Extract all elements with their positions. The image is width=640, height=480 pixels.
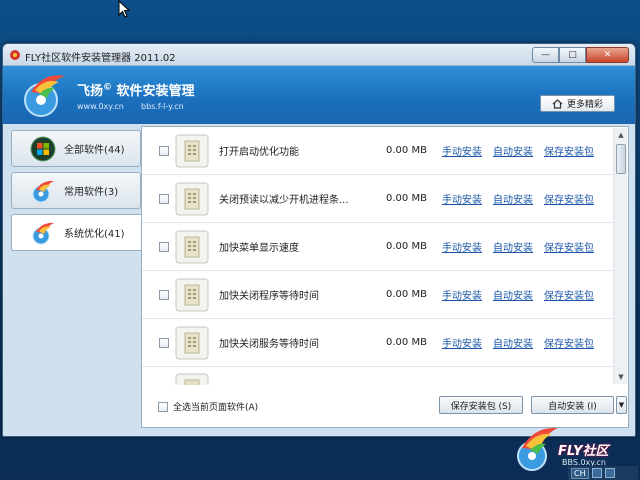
list-item <box>142 367 614 385</box>
category-label: 全部软件(44) <box>64 145 125 156</box>
brand-name: 飞扬 <box>77 84 104 99</box>
category-common[interactable]: 常用软件(3) <box>11 172 141 209</box>
item-size: 0.00 MB <box>386 145 427 156</box>
save-package-link[interactable]: 保存安装包 <box>544 143 594 158</box>
item-name: 加快菜单显示速度 <box>219 243 299 254</box>
dropdown-arrow-icon[interactable]: ▼ <box>616 396 627 414</box>
auto-install-link[interactable]: 自动安装 <box>493 287 533 302</box>
list-item: 关闭预读以减少开机进程条... 0.00 MB 手动安装 自动安装 保存安装包 <box>142 175 614 223</box>
auto-install-link[interactable]: 自动安装 <box>493 143 533 158</box>
manual-install-link[interactable]: 手动安装 <box>442 239 482 254</box>
category-label: 系统优化(41) <box>64 229 125 240</box>
manual-install-link[interactable]: 手动安装 <box>442 335 482 350</box>
input-language-indicator[interactable]: CH <box>571 467 589 479</box>
header-banner: 飞扬© 软件安装管理 www.0xy.cn bbs.f-l-y.cn 更多精彩 <box>3 66 635 124</box>
maximize-button[interactable]: □ <box>559 47 586 63</box>
save-package-link[interactable]: 保存安装包 <box>544 335 594 350</box>
window-controls: — □ ✕ <box>532 47 629 63</box>
brand-title: 飞扬© 软件安装管理 <box>77 80 195 99</box>
item-checkbox[interactable] <box>159 337 169 348</box>
fly-logo-icon <box>32 180 54 202</box>
item-name: 打开启动优化功能 <box>219 147 299 158</box>
window-title: FLY社区软件安装管理器 2011.02 <box>25 53 176 64</box>
item-size: 0.00 MB <box>386 193 427 204</box>
brand-mark: © <box>103 82 113 93</box>
site-url-main: www.0xy.cn <box>77 102 124 111</box>
file-icon <box>175 182 209 215</box>
item-size: 0.00 MB <box>386 241 427 252</box>
file-icon <box>175 134 209 167</box>
item-name: 加快关闭程序等待时间 <box>219 291 319 302</box>
list-item: 打开启动优化功能 0.00 MB 手动安装 自动安装 保存安装包 <box>142 127 614 175</box>
category-label: 常用软件(3) <box>64 187 119 198</box>
fly-watermark-text: FLY社区 <box>558 444 609 459</box>
item-checkbox[interactable] <box>159 241 169 252</box>
category-system-optimize[interactable]: 系统优化(41) <box>11 214 143 251</box>
select-all-checkbox[interactable]: 全选当前页面软件(A) <box>158 400 258 413</box>
save-package-link[interactable]: 保存安装包 <box>544 239 594 254</box>
item-checkbox[interactable] <box>159 145 169 156</box>
list-item: 加快关闭服务等待时间 0.00 MB 手动安装 自动安装 保存安装包 <box>142 319 614 367</box>
item-name: 加快关闭服务等待时间 <box>219 339 319 350</box>
system-tray: CH <box>568 466 638 480</box>
close-button[interactable]: ✕ <box>586 47 629 63</box>
site-url-bbs: bbs.f-l-y.cn <box>141 102 184 111</box>
select-all-label: 全选当前页面软件(A) <box>173 403 259 413</box>
more-button-label: 更多精彩 <box>566 100 603 110</box>
item-size: 0.00 MB <box>386 337 427 348</box>
auto-install-link[interactable]: 自动安装 <box>493 191 533 206</box>
list-item: 加快菜单显示速度 0.00 MB 手动安装 自动安装 保存安装包 <box>142 223 614 271</box>
auto-install-link[interactable]: 自动安装 <box>493 335 533 350</box>
manual-install-link[interactable]: 手动安装 <box>442 287 482 302</box>
app-window: FLY社区软件安装管理器 2011.02 — □ ✕ 飞扬© 软件安装管理 ww… <box>2 43 636 437</box>
scroll-down-arrow-icon[interactable]: ▼ <box>614 370 628 384</box>
file-icon <box>175 326 209 359</box>
manual-install-link[interactable]: 手动安装 <box>442 143 482 158</box>
item-name: 关闭预读以减少开机进程条... <box>219 195 349 206</box>
home-icon <box>552 98 563 109</box>
fly-logo-icon <box>32 222 54 244</box>
windows-logo-icon <box>30 136 56 161</box>
auto-install-link[interactable]: 自动安装 <box>493 239 533 254</box>
auto-install-button[interactable]: 自动安装 (I) <box>531 396 614 414</box>
save-package-link[interactable]: 保存安装包 <box>544 287 594 302</box>
category-sidebar: 全部软件(44) 常用软件(3) 系统优化(41) <box>11 130 143 420</box>
fly-logo-icon <box>24 75 65 117</box>
select-all-box[interactable] <box>158 401 168 412</box>
item-size: 0.00 MB <box>386 289 427 300</box>
minimize-button[interactable]: — <box>532 47 559 63</box>
software-list-panel: 打开启动优化功能 0.00 MB 手动安装 自动安装 保存安装包 关闭预读以减少… <box>141 126 629 428</box>
item-checkbox[interactable] <box>159 193 169 204</box>
category-all[interactable]: 全部软件(44) <box>11 130 141 167</box>
file-icon <box>175 230 209 263</box>
tray-icon[interactable] <box>591 468 602 478</box>
list-item: 加快关闭程序等待时间 0.00 MB 手动安装 自动安装 保存安装包 <box>142 271 614 319</box>
brand-suffix: 软件安装管理 <box>116 84 195 99</box>
software-list: 打开启动优化功能 0.00 MB 手动安装 自动安装 保存安装包 关闭预读以减少… <box>142 127 614 385</box>
mouse-cursor-icon <box>118 0 131 18</box>
save-package-button[interactable]: 保存安装包 (S) <box>439 396 523 414</box>
app-icon <box>10 50 20 60</box>
more-button[interactable]: 更多精彩 <box>540 95 615 112</box>
manual-install-link[interactable]: 手动安装 <box>442 191 482 206</box>
scroll-thumb[interactable] <box>616 144 626 174</box>
save-package-link[interactable]: 保存安装包 <box>544 191 594 206</box>
tray-icon[interactable] <box>604 468 615 478</box>
file-icon <box>175 373 209 385</box>
file-icon <box>175 278 209 311</box>
list-scrollbar[interactable]: ▲ ▼ <box>613 128 627 384</box>
title-bar[interactable]: FLY社区软件安装管理器 2011.02 — □ ✕ <box>3 44 635 66</box>
item-checkbox[interactable] <box>159 289 169 300</box>
scroll-up-arrow-icon[interactable]: ▲ <box>614 128 628 142</box>
